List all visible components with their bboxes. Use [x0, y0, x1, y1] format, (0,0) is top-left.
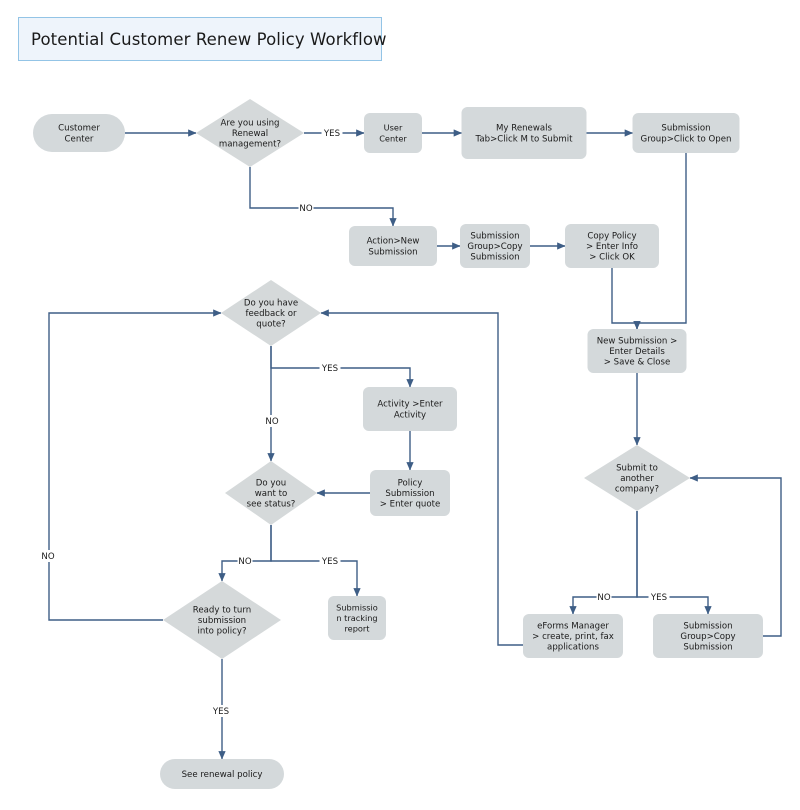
edge-label-yes-status: YES [319, 555, 341, 567]
branch-label: NO [238, 557, 251, 567]
node-submit-another-decision: Submit to another company? [584, 445, 690, 511]
branch-label: YES [323, 129, 340, 139]
node-action-new-submission: Action>New Submission [349, 226, 437, 266]
edge-status-yes-tracking [270, 525, 361, 597]
flowchart-canvas: Potential Customer Renew Policy Workflow… [0, 0, 800, 810]
edge-label-no-feedback: NO [264, 415, 280, 427]
edge-label-yes-ready: YES [210, 705, 232, 717]
node-submission-tracking: Submissio n tracking report [328, 596, 386, 640]
branch-label: YES [650, 593, 667, 603]
node-ready-policy-decision: Ready to turn submission into policy? [163, 581, 281, 659]
edge-label-yes-renewal: YES [321, 127, 343, 139]
node-label: Submission Group>Copy Submission [680, 621, 735, 652]
edge-renewal-no-action [249, 167, 397, 227]
node-see-status-decision: Do you want to see status? [225, 461, 317, 525]
node-new-submission-details: New Submission > Enter Details > Save & Cl… [587, 329, 687, 373]
branch-label: YES [321, 364, 338, 374]
edge-ready-no-feedback [48, 309, 222, 621]
branch-label: NO [265, 417, 278, 427]
node-customer-center: Customer Center [33, 114, 125, 152]
node-my-renewals-tab: My Renewals Tab>Click M to Submit [461, 107, 587, 159]
node-submission-group-open: Submission Group>Click to Open [632, 113, 740, 153]
branch-label: NO [299, 204, 312, 214]
node-label: See renewal policy [182, 770, 263, 780]
edge-label-yes-submit: YES [648, 591, 670, 603]
branch-label: NO [597, 593, 610, 603]
edge-submit-yes-group-copy2 [636, 511, 712, 615]
edge-label-no-submit: NO [596, 591, 612, 603]
node-label: Copy Policy > Enter Info > Click OK [586, 231, 638, 262]
edge-copy-policy-to-new-sub [611, 268, 641, 330]
node-label: Ready to turn submission into policy? [193, 605, 251, 636]
node-feedback-decision: Do you have feedback or quote? [221, 280, 321, 346]
edge-label-yes-feedback: YES [319, 362, 341, 374]
node-copy-policy: Copy Policy > Enter Info > Click OK [565, 224, 659, 268]
edge-label-no-ready: NO [40, 550, 56, 562]
flowchart-svg: Customer Center Are you using Renewal manage… [33, 99, 782, 789]
node-label: Submission Group>Copy Submission [467, 231, 522, 262]
branch-label: YES [321, 557, 338, 567]
node-label: Action>New Submission [367, 236, 420, 257]
node-see-renewal-policy: See renewal policy [160, 759, 284, 789]
node-submission-group-copy: Submission Group>Copy Submission [460, 224, 530, 268]
node-renewal-mgmt-decision: Are you using Renewal management? [196, 99, 304, 167]
branch-label: YES [212, 707, 229, 717]
branch-label: NO [41, 552, 54, 562]
node-user-center: User Center [364, 113, 422, 153]
node-label: Submit to another company? [615, 463, 659, 494]
edge-label-no-renewal: NO [298, 202, 314, 214]
node-activity-enter: Activity >Enter Activity [363, 387, 457, 431]
edge-label-no-status: NO [237, 555, 253, 567]
node-layer: Customer Center Are you using Renewal manage… [33, 99, 763, 789]
node-eforms-manager: eForms Manager > create, print, fax applic… [523, 614, 623, 658]
edge-status-no-ready [218, 525, 272, 582]
node-policy-submission-quote: Policy Submission > Enter quote [370, 470, 450, 516]
edge-group-copy2-loop-back [689, 474, 782, 637]
node-submission-group-copy-2: Submission Group>Copy Submission [653, 614, 763, 658]
